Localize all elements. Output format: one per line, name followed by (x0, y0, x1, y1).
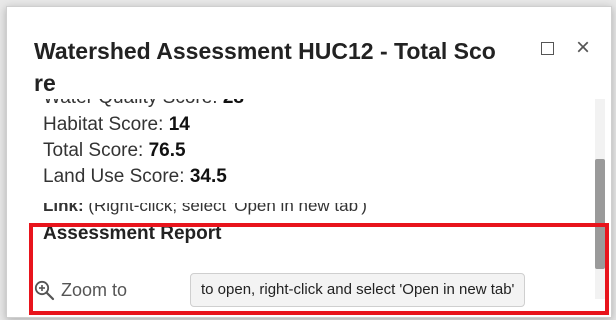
maximize-button[interactable] (534, 35, 560, 61)
link-label: Link: (43, 203, 84, 215)
zoom-to-label: Zoom to (61, 280, 128, 300)
land-use-label: Land Use Score: (43, 166, 185, 187)
total-score-row: Total Score: 76.5 (43, 138, 186, 164)
assessment-report-link[interactable]: Assessment Report (43, 221, 221, 247)
close-icon: × (575, 34, 590, 61)
total-score-value: 76.5 (148, 140, 186, 161)
link-row: Link: (Right-click; select 'Open in new … (43, 203, 367, 221)
popup-header: Watershed Assessment HUC12 - Total Score… (7, 7, 611, 99)
habitat-row: Habitat Score: 14 (43, 112, 190, 138)
popup-footer: Zoom to to open, right-click and select … (7, 263, 611, 317)
zoom-to-button[interactable]: Zoom to (33, 279, 127, 301)
maximize-icon (540, 41, 554, 55)
scrollbar-thumb[interactable] (595, 159, 605, 269)
close-button[interactable]: × (570, 35, 596, 61)
water-quality-row: Water Quality Score: 28 (43, 99, 244, 111)
total-score-label: Total Score: (43, 140, 144, 161)
open-link-action[interactable]: to open, right-click and select 'Open in… (190, 273, 526, 307)
water-quality-value: 28 (223, 99, 244, 108)
land-use-row: Land Use Score: 34.5 (43, 164, 227, 190)
popup-window: Watershed Assessment HUC12 - Total Score… (6, 6, 612, 318)
link-hint: (Right-click; select 'Open in new tab') (88, 203, 367, 215)
habitat-label: Habitat Score: (43, 114, 164, 135)
more-vertical-icon[interactable]: ⋮ (597, 277, 611, 299)
land-use-value: 34.5 (189, 166, 227, 187)
popup-title: Watershed Assessment HUC12 - Total Score (34, 38, 496, 96)
zoom-in-icon (34, 280, 55, 301)
habitat-value: 14 (168, 114, 190, 135)
water-quality-label: Water Quality Score: (43, 99, 218, 108)
